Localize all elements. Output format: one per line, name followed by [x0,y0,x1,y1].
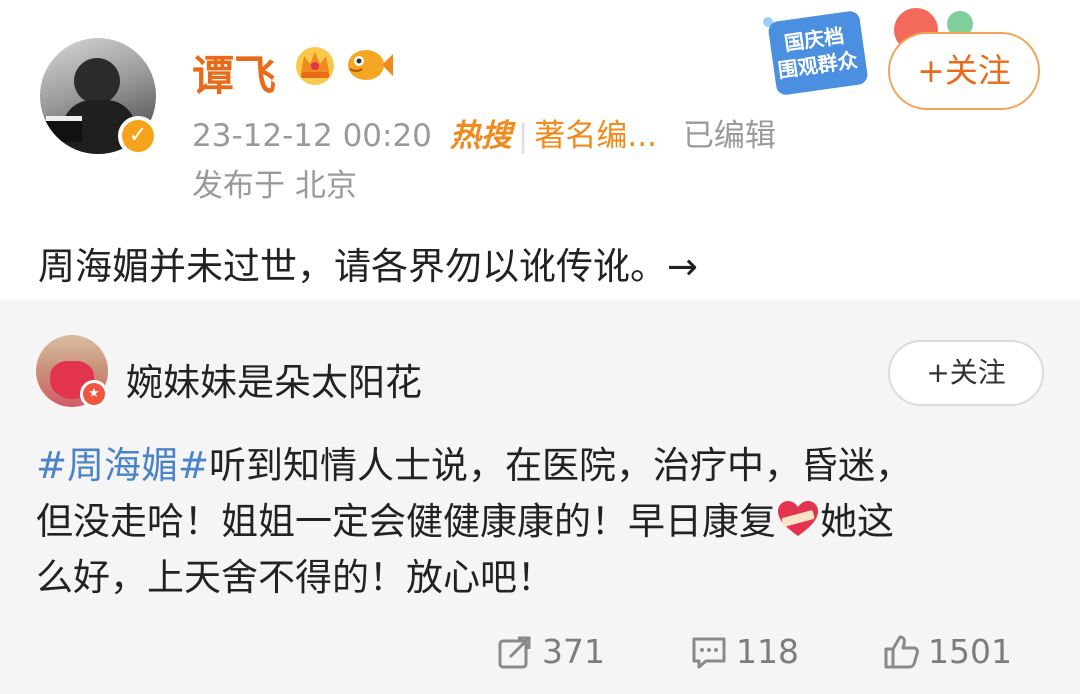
post-time: 23-12-12 00:20 [192,118,432,154]
repost-count: 371 [542,632,605,671]
repost-text-line1: #周海媚#听到知情人士说，在医院，治疗中，昏迷， [36,438,1056,494]
repost-text-line3: 么好，上天舍不得的！放心吧！ [36,556,554,599]
repost-icon [498,636,531,668]
repost-follow-button[interactable]: +关注 [888,340,1044,406]
repost-text-part: 她这 [820,500,894,543]
repost-text-part: 听到知情人士说，在医院，治疗中，昏迷， [209,444,913,487]
repost-text-part: 但没走哈！姐姐一定会健健康康的！早日康复 [36,500,776,543]
avatar-figure-head [74,58,120,104]
meta-separator: | [517,118,529,154]
like-action[interactable]: 1501 [882,632,1012,671]
comment-count: 118 [736,632,799,671]
hashtag-link[interactable]: #周海媚# [36,444,209,487]
post-text[interactable]: 周海媚并未过世，请各界勿以讹传讹。→ [38,236,698,290]
repost-action[interactable]: 371 [496,632,605,671]
post-meta: 23-12-12 00:20 热搜 | 著名编... 已编辑 [192,110,776,155]
avatar-clapperboard [46,116,82,142]
edited-label[interactable]: 已编辑 [683,118,776,154]
fish-icon[interactable] [344,46,394,84]
repost-author-name[interactable]: 婉妹妹是朵太阳花 [126,352,422,406]
repost-text: #周海媚#听到知情人士说，在医院，治疗中，昏迷， 但没走哈！姐姐一定会健健康康的… [36,438,1056,606]
heart-bandage-icon [778,501,818,536]
verified-icon: ★ [80,380,108,408]
repost-text-line2: 但没走哈！姐姐一定会健健康康的！早日康复 她这 [36,494,1056,550]
quoted-post[interactable]: ★ 婉妹妹是朵太阳花 +关注 #周海媚#听到知情人士说，在医院，治疗中，昏迷， … [0,300,1080,694]
post-location: 发布于 北京 [192,168,357,204]
comment-action[interactable]: 118 [690,632,799,671]
original-post: ✓ 谭飞 23-12-12 00:20 热搜 | 著名编... 已编辑 发布于 北京 国… [0,0,1080,300]
like-count: 1501 [928,632,1012,671]
author-title[interactable]: 著名编... [534,118,657,154]
author-name[interactable]: 谭飞 [192,42,276,103]
verified-icon: ✓ [118,116,158,156]
comment-icon [692,637,726,668]
follow-button[interactable]: +关注 [888,32,1040,110]
vip-crown-icon[interactable] [292,44,338,86]
action-bar: 371 118 1501 [0,632,1080,672]
hot-search-badge[interactable]: 热搜 [450,118,512,154]
like-icon [884,635,919,668]
